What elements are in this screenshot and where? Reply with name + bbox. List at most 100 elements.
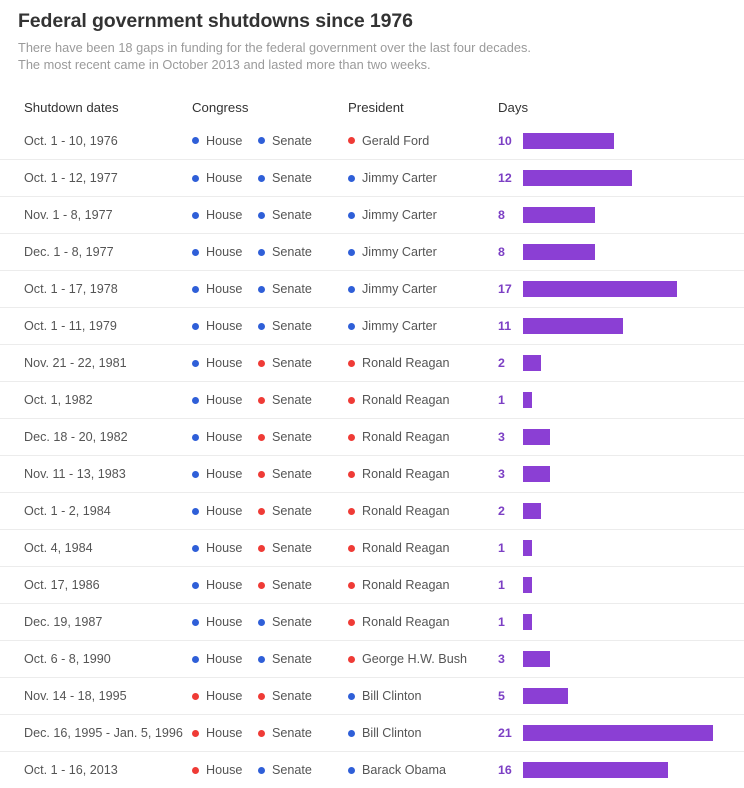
days-bar-track: [523, 308, 623, 344]
cell-senate-party: Senate: [258, 604, 312, 640]
senate-label: Senate: [272, 282, 312, 296]
cell-days: 8: [498, 197, 520, 233]
cell-house-party: House: [192, 530, 242, 566]
days-bar-track: [523, 160, 632, 196]
cell-shutdown-dates: Dec. 16, 1995 - Jan. 5, 1996: [24, 726, 183, 740]
cell-house-party: House: [192, 419, 242, 455]
party-dot-icon: [192, 544, 199, 552]
cell-house-party: House: [192, 197, 242, 233]
table-row: Oct. 17, 1986 House Senate Ronald Reagan 1: [0, 566, 744, 603]
house-label: House: [206, 578, 243, 592]
senate-label: Senate: [272, 171, 312, 185]
cell-house-party: House: [192, 678, 242, 714]
cell-senate-party: Senate: [258, 382, 312, 418]
party-dot-icon: [192, 174, 199, 182]
house-label: House: [206, 652, 243, 666]
president-name: George H.W. Bush: [362, 652, 467, 666]
days-value: 3: [498, 430, 505, 444]
cell-shutdown-dates: Oct. 1 - 11, 1979: [24, 319, 117, 333]
cell-shutdown-dates: Oct. 4, 1984: [24, 541, 93, 555]
party-dot-icon: [192, 766, 199, 774]
cell-senate-party: Senate: [258, 308, 312, 344]
days-bar: [523, 429, 551, 445]
senate-label: Senate: [272, 208, 312, 222]
house-label: House: [206, 245, 243, 259]
senate-label: Senate: [272, 541, 312, 555]
cell-president: Gerald Ford: [348, 122, 429, 159]
house-label: House: [206, 726, 243, 740]
cell-shutdown-dates: Nov. 21 - 22, 1981: [24, 356, 127, 370]
days-value: 11: [498, 319, 512, 333]
party-dot-icon: [258, 729, 265, 737]
house-label: House: [206, 282, 243, 296]
cell-house-party: House: [192, 752, 242, 788]
cell-shutdown-dates: Dec. 19, 1987: [24, 615, 103, 629]
table-row: Oct. 1 - 10, 1976 House Senate Gerald Ford 1…: [0, 122, 744, 159]
days-bar: [523, 688, 569, 704]
party-dot-icon: [348, 655, 355, 663]
table-row: Oct. 1 - 2, 1984 House Senate Ronald Reagan…: [0, 492, 744, 529]
days-value: 16: [498, 763, 512, 777]
cell-house-party: House: [192, 493, 242, 529]
chart-header: Federal government shutdowns since 1976 …: [0, 0, 744, 73]
senate-label: Senate: [272, 430, 312, 444]
cell-president: Jimmy Carter: [348, 308, 437, 344]
cell-shutdown-dates: Nov. 14 - 18, 1995: [24, 689, 127, 703]
table-body: Oct. 1 - 10, 1976 House Senate Gerald Ford 1…: [0, 122, 744, 788]
cell-president: Ronald Reagan: [348, 345, 450, 381]
house-label: House: [206, 356, 243, 370]
cell-house-party: House: [192, 122, 242, 159]
column-header-congress: Congress: [192, 99, 249, 115]
cell-shutdown-dates: Oct. 1 - 16, 2013: [24, 763, 118, 777]
senate-label: Senate: [272, 245, 312, 259]
president-name: Jimmy Carter: [362, 319, 437, 333]
cell-shutdown-dates: Nov. 11 - 13, 1983: [24, 467, 126, 481]
president-name: Bill Clinton: [362, 689, 422, 703]
house-label: House: [206, 615, 243, 629]
chart-page: Federal government shutdowns since 1976 …: [0, 0, 744, 784]
column-header-president: President: [348, 99, 404, 115]
president-name: Jimmy Carter: [362, 282, 437, 296]
days-bar: [523, 466, 551, 482]
subtitle-line-1: There have been 18 gaps in funding for t…: [18, 40, 531, 55]
house-label: House: [206, 319, 243, 333]
president-name: Ronald Reagan: [362, 393, 450, 407]
days-bar: [523, 392, 533, 408]
cell-senate-party: Senate: [258, 752, 312, 788]
president-name: Ronald Reagan: [362, 578, 450, 592]
cell-house-party: House: [192, 308, 242, 344]
party-dot-icon: [192, 692, 199, 700]
cell-days: 3: [498, 641, 520, 677]
days-bar: [523, 244, 596, 260]
party-dot-icon: [192, 285, 199, 293]
days-bar: [523, 651, 551, 667]
cell-shutdown-dates: Oct. 1, 1982: [24, 393, 93, 407]
cell-president: Ronald Reagan: [348, 382, 450, 418]
days-bar-track: [523, 567, 533, 603]
days-bar: [523, 207, 596, 223]
party-dot-icon: [348, 174, 355, 182]
days-bar: [523, 132, 614, 149]
senate-label: Senate: [272, 615, 312, 629]
cell-president: Jimmy Carter: [348, 271, 437, 307]
table-row: Nov. 14 - 18, 1995 House Senate Bill Clinto…: [0, 677, 744, 714]
party-dot-icon: [348, 211, 355, 219]
days-bar-track: [523, 419, 551, 455]
days-value: 12: [498, 171, 512, 185]
cell-house-party: House: [192, 271, 242, 307]
house-label: House: [206, 689, 243, 703]
cell-president: George H.W. Bush: [348, 641, 467, 677]
table-row: Oct. 1 - 16, 2013 House Senate Barack Obama…: [0, 751, 744, 788]
days-value: 3: [498, 467, 505, 481]
cell-days: 1: [498, 604, 520, 640]
cell-house-party: House: [192, 456, 242, 492]
cell-president: Ronald Reagan: [348, 493, 450, 529]
days-value: 8: [498, 208, 505, 222]
days-value: 8: [498, 245, 505, 259]
cell-days: 17: [498, 271, 520, 307]
party-dot-icon: [192, 137, 199, 144]
senate-label: Senate: [272, 356, 312, 370]
cell-senate-party: Senate: [258, 493, 312, 529]
days-bar-track: [523, 234, 596, 270]
party-dot-icon: [258, 655, 265, 663]
